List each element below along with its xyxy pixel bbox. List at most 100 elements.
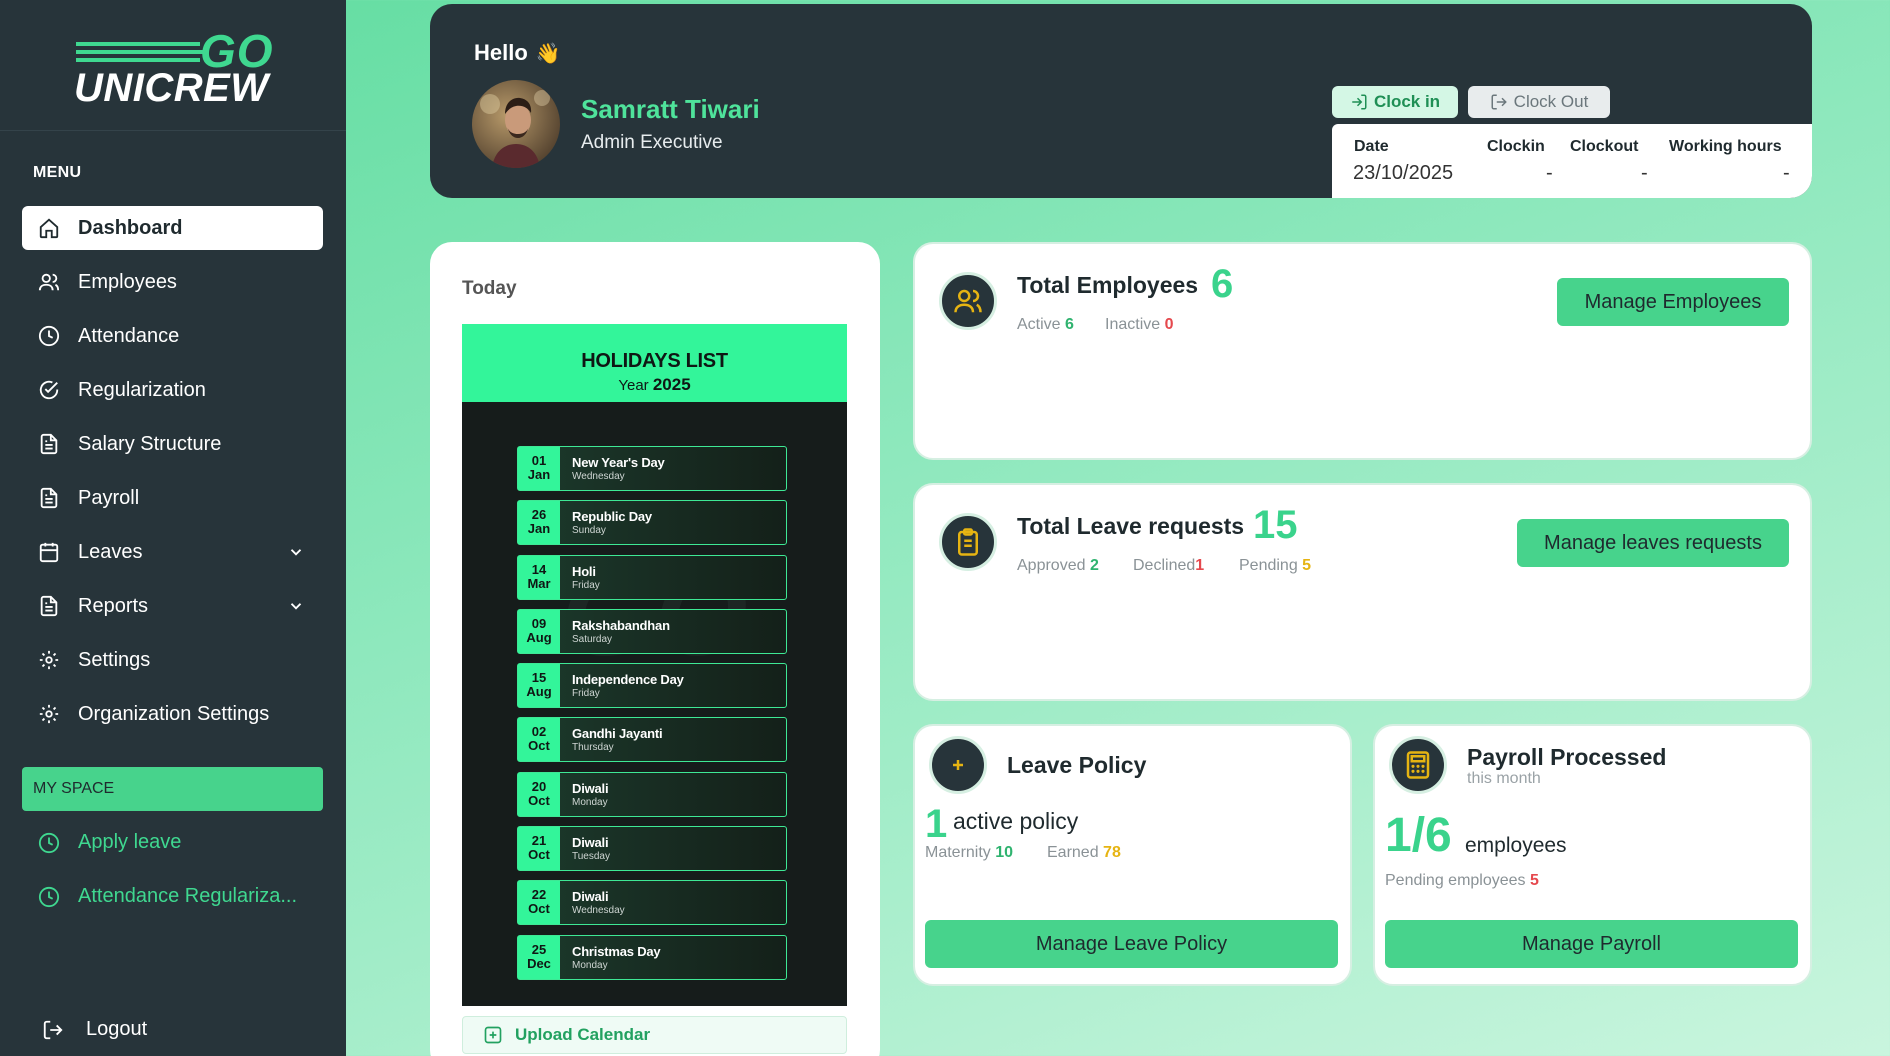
holiday-weekday: Monday bbox=[572, 959, 608, 971]
sidebar-item-attendance[interactable]: Attendance bbox=[22, 314, 323, 358]
earned-value: 78 bbox=[1103, 844, 1121, 861]
sidebar-item-label: Organization Settings bbox=[78, 702, 270, 725]
sidebar-item-label: Leaves bbox=[78, 540, 143, 563]
welcome-card: Hello 👋 Samratt Tiwari Admin Executive Cl… bbox=[430, 4, 1812, 198]
sidebar-item-payroll[interactable]: Payroll bbox=[22, 476, 323, 520]
holiday-info: Christmas Day Monday bbox=[572, 944, 661, 971]
holidays-list: 01 Jan New Year's Day Wednesday 26 Jan Republi… bbox=[517, 446, 787, 989]
holiday-weekday: Saturday bbox=[572, 633, 613, 645]
sidebar-item-settings[interactable]: Settings bbox=[22, 638, 323, 682]
sidebar-item-reports[interactable]: Reports bbox=[22, 584, 323, 628]
sidebar-item-apply-leave[interactable]: Apply leave bbox=[38, 831, 181, 854]
holiday-day: 22 bbox=[531, 887, 547, 903]
greeting: Hello 👋 bbox=[474, 40, 561, 66]
app-logo[interactable]: GO UNICREW bbox=[74, 28, 274, 110]
approved-count: 2 bbox=[1089, 557, 1099, 574]
holiday-info: Diwali Wednesday bbox=[572, 889, 625, 916]
holidays-header: HOLIDAYS LIST Year 2025 bbox=[462, 324, 847, 402]
sidebar-item-employees[interactable]: Employees bbox=[22, 260, 323, 304]
chevron-down-icon[interactable] bbox=[287, 543, 305, 561]
pending-payroll-employees: Pending employees 5 bbox=[1385, 872, 1539, 890]
holiday-day: 09 bbox=[531, 615, 547, 631]
wave-icon: 👋 bbox=[535, 43, 561, 65]
payroll-icon-badge bbox=[1389, 736, 1447, 794]
holiday-info: Diwali Monday bbox=[572, 781, 609, 808]
holiday-info: Gandhi Jayanti Thursday bbox=[572, 726, 663, 753]
holiday-month: Mar bbox=[527, 575, 551, 591]
sidebar-item-label: Attendance Regulariza... bbox=[78, 885, 298, 907]
pending-count: 5 bbox=[1302, 557, 1312, 574]
holiday-info: Rakshabandhan Saturday bbox=[572, 618, 670, 645]
payroll-processed-title: Payroll Processed bbox=[1467, 744, 1667, 770]
maternity-leave: Maternity 10 bbox=[925, 844, 1013, 862]
holiday-date: 22 Oct bbox=[518, 881, 560, 925]
total-employees-title: Total Employees bbox=[1017, 272, 1199, 298]
holiday-day: 21 bbox=[531, 833, 547, 849]
clock-in-button[interactable]: Clock in bbox=[1332, 86, 1458, 118]
holiday-info: Republic Day Sunday bbox=[572, 509, 652, 536]
today-card: Today HOLIDAYS LIST Year 2025 GO 01JanNe… bbox=[430, 242, 880, 1056]
clipboard-icon bbox=[958, 528, 978, 556]
clockout-header: Clockout bbox=[1570, 138, 1639, 155]
employees-icon-badge bbox=[939, 272, 997, 330]
holiday-day: 25 bbox=[531, 941, 547, 957]
gear-icon bbox=[39, 704, 59, 724]
leave-policy-icon-badge bbox=[929, 736, 987, 794]
holiday-row: 20 Oct Diwali Monday bbox=[517, 771, 787, 817]
manage-employees-button[interactable]: Manage Employees bbox=[1557, 278, 1789, 326]
sidebar-item-leaves[interactable]: Leaves bbox=[22, 530, 323, 574]
sidebar-item-salary-structure[interactable]: Salary Structure bbox=[22, 422, 323, 466]
payroll-processed-card: Payroll Processed this month 1/6 employe… bbox=[1373, 724, 1812, 986]
holiday-date: 02 Oct bbox=[518, 718, 560, 762]
logout-button[interactable]: Logout bbox=[42, 1018, 147, 1041]
clock-out-button[interactable]: Clock Out bbox=[1468, 86, 1610, 118]
sidebar-item-label: Apply leave bbox=[78, 831, 182, 853]
pending-employees-label: Pending employees bbox=[1385, 872, 1526, 889]
sidebar-item-label: Settings bbox=[78, 648, 151, 671]
holiday-name: Republic Day bbox=[572, 509, 652, 525]
document-icon bbox=[40, 487, 58, 509]
logout-label: Logout bbox=[86, 1018, 148, 1040]
holiday-info: New Year's Day Wednesday bbox=[572, 455, 665, 482]
total-leave-requests-card: Total Leave requests 15 Approved 2 Decli… bbox=[913, 483, 1812, 701]
home-icon bbox=[39, 218, 59, 239]
holiday-row: 21 Oct Diwali Tuesday bbox=[517, 826, 787, 872]
holiday-date: 09 Aug bbox=[518, 609, 560, 653]
year-value: 2025 bbox=[652, 375, 691, 394]
holiday-month: Dec bbox=[527, 955, 551, 971]
manage-leave-requests-button[interactable]: Manage leaves requests bbox=[1517, 519, 1789, 567]
sidebar-item-regularization[interactable]: Regularization bbox=[22, 368, 323, 412]
sidebar-item-label: Dashboard bbox=[78, 216, 183, 239]
holidays-title: HOLIDAYS LIST bbox=[581, 350, 728, 372]
holiday-row: 26 Jan Republic Day Sunday bbox=[517, 500, 787, 546]
sidebar-item-label: Payroll bbox=[78, 486, 140, 509]
holiday-month: Oct bbox=[528, 847, 550, 863]
holiday-weekday: Wednesday bbox=[572, 471, 625, 482]
working-hours-header: Working hours bbox=[1669, 138, 1782, 155]
sidebar-item-label: Attendance bbox=[78, 324, 180, 347]
sidebar-divider bbox=[0, 130, 346, 131]
avatar[interactable] bbox=[472, 80, 560, 168]
sidebar-item-attendance-regularization[interactable]: Attendance Regulariza... bbox=[38, 885, 297, 908]
holiday-weekday: Friday bbox=[572, 579, 600, 591]
sidebar-item-dashboard[interactable]: Dashboard bbox=[22, 206, 323, 250]
attendance-summary-table: Date Clockin Clockout Working hours 23/1… bbox=[1332, 124, 1812, 198]
upload-calendar-button[interactable]: Upload Calendar bbox=[462, 1016, 847, 1054]
holiday-day: 02 bbox=[531, 724, 547, 740]
chevron-down-icon[interactable] bbox=[287, 597, 305, 615]
holiday-date: 15 Aug bbox=[518, 664, 560, 708]
holiday-date: 20 Oct bbox=[518, 772, 560, 816]
holiday-month: Oct bbox=[528, 792, 550, 808]
total-leave-requests-title: Total Leave requests bbox=[1017, 513, 1245, 539]
clock-in-label: Clock in bbox=[1373, 92, 1441, 111]
manage-leave-policy-button[interactable]: Manage Leave Policy bbox=[925, 920, 1338, 968]
holiday-row: 09 Aug Rakshabandhan Saturday bbox=[517, 608, 787, 654]
payroll-ratio-label: employees bbox=[1465, 834, 1567, 857]
sidebar-item-label: Employees bbox=[78, 270, 177, 293]
login-icon bbox=[1352, 94, 1367, 110]
leave-policy-card: Leave Policy 1 active policy Maternity 1… bbox=[913, 724, 1352, 986]
sidebar-item-organization-settings[interactable]: Organization Settings bbox=[22, 692, 323, 736]
holiday-info: Independence Day Friday bbox=[572, 672, 684, 699]
holiday-row: 01 Jan New Year's Day Wednesday bbox=[517, 446, 787, 491]
manage-payroll-button[interactable]: Manage Payroll bbox=[1385, 920, 1798, 968]
